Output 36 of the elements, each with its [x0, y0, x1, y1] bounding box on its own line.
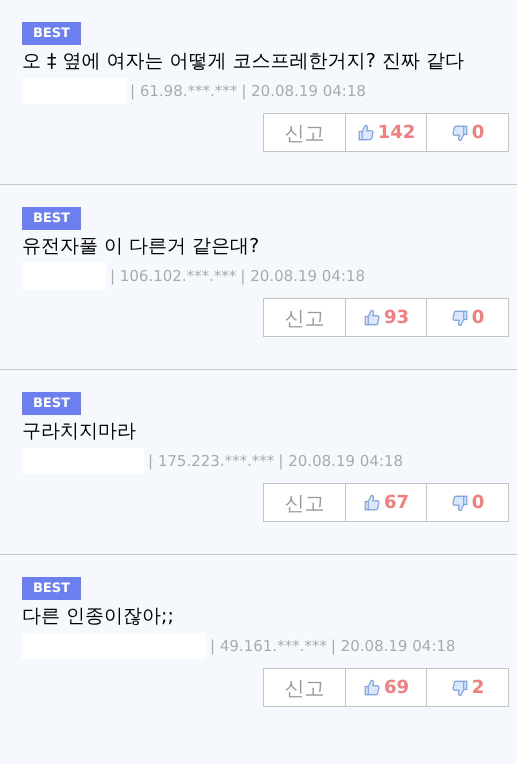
timestamp: | 20.08.19 04:18 [330, 636, 456, 657]
ip-address: | 61.98.***.*** [130, 80, 238, 102]
best-badge: BEST [22, 577, 82, 600]
like-button[interactable]: 142 [346, 114, 427, 151]
thumbs-up-icon [356, 124, 375, 142]
report-button[interactable]: 신고 [264, 299, 346, 336]
ip-address: | 175.223.***.*** [148, 450, 274, 472]
thumbs-up-icon [362, 308, 381, 326]
ip-address: | 106.102.***.*** [110, 266, 236, 287]
thumbs-down-icon [450, 678, 469, 696]
timestamp: | 20.08.19 04:18 [240, 266, 366, 287]
dislike-button[interactable]: 0 [427, 114, 508, 151]
thumbs-up-icon [362, 494, 381, 512]
like-button[interactable]: 67 [346, 484, 427, 521]
best-badge: BEST [22, 22, 82, 45]
comment-text: 유전자풀 이 다른거 같은대? [22, 234, 260, 259]
like-button[interactable]: 93 [346, 299, 427, 336]
comment-text: 구라치지마라 [22, 419, 137, 444]
report-button[interactable]: 신고 [264, 114, 346, 151]
report-button[interactable]: 신고 [264, 669, 346, 706]
like-button[interactable]: 69 [346, 669, 427, 706]
dislike-button[interactable]: 0 [427, 484, 508, 521]
comment-text: 다른 인종이잖아;; [22, 604, 175, 629]
report-button[interactable]: 신고 [264, 484, 346, 521]
best-badge: BEST [22, 392, 82, 415]
thumbs-down-icon [450, 494, 469, 512]
timestamp: | 20.08.19 04:18 [241, 80, 366, 102]
dislike-button[interactable]: 2 [427, 669, 508, 706]
comment-text: 오 ‡ 옆에 여자는 어떻게 코스프레한거지? 진짜 같다 [22, 49, 465, 74]
best-badge: BEST [22, 207, 82, 230]
thumbs-up-icon [362, 678, 381, 696]
thumbs-down-icon [450, 308, 469, 326]
thumbs-down-icon [450, 124, 469, 142]
dislike-button[interactable]: 0 [427, 299, 508, 336]
timestamp: | 20.08.19 04:18 [278, 450, 404, 472]
ip-address: | 49.161.***.*** [210, 636, 327, 657]
